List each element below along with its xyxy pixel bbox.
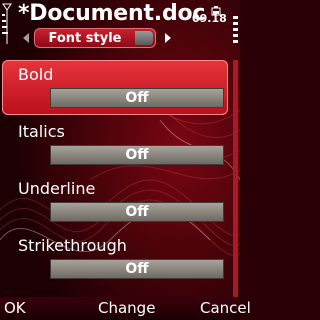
title-bar: *Document.doc 09.18 Font style: [0, 0, 240, 56]
setting-value[interactable]: Off: [50, 259, 224, 279]
ok-softkey[interactable]: OK: [4, 297, 26, 319]
battery-level-icon: [233, 16, 238, 43]
setting-value[interactable]: Off: [50, 88, 224, 108]
scrollbar-thumb[interactable]: [233, 60, 238, 298]
tab-label: Font style: [48, 31, 122, 46]
softkey-bar: OK Change Cancel: [0, 297, 251, 320]
setting-label: Underline: [18, 179, 96, 198]
document-title: *Document.doc: [18, 1, 206, 26]
signal-icon: [2, 3, 12, 44]
cancel-softkey[interactable]: Cancel: [200, 297, 251, 319]
setting-italics[interactable]: Italics Off: [0, 117, 232, 172]
change-softkey[interactable]: Change: [98, 297, 155, 319]
setting-bold[interactable]: Bold Off: [2, 60, 228, 115]
setting-label: Strikethrough: [18, 236, 127, 255]
arrow-right-icon[interactable]: [164, 33, 172, 43]
clock: 09.18: [192, 12, 227, 25]
arrow-left-icon[interactable]: [22, 33, 30, 43]
setting-underline[interactable]: Underline Off: [0, 174, 232, 229]
setting-value[interactable]: Off: [50, 202, 224, 222]
setting-value[interactable]: Off: [50, 145, 224, 165]
tab-segment: [135, 31, 153, 45]
setting-label: Italics: [18, 122, 65, 141]
tab-font-style[interactable]: Font style: [34, 28, 156, 48]
setting-label: Bold: [18, 65, 54, 84]
setting-strikethrough[interactable]: Strikethrough Off: [0, 231, 232, 286]
